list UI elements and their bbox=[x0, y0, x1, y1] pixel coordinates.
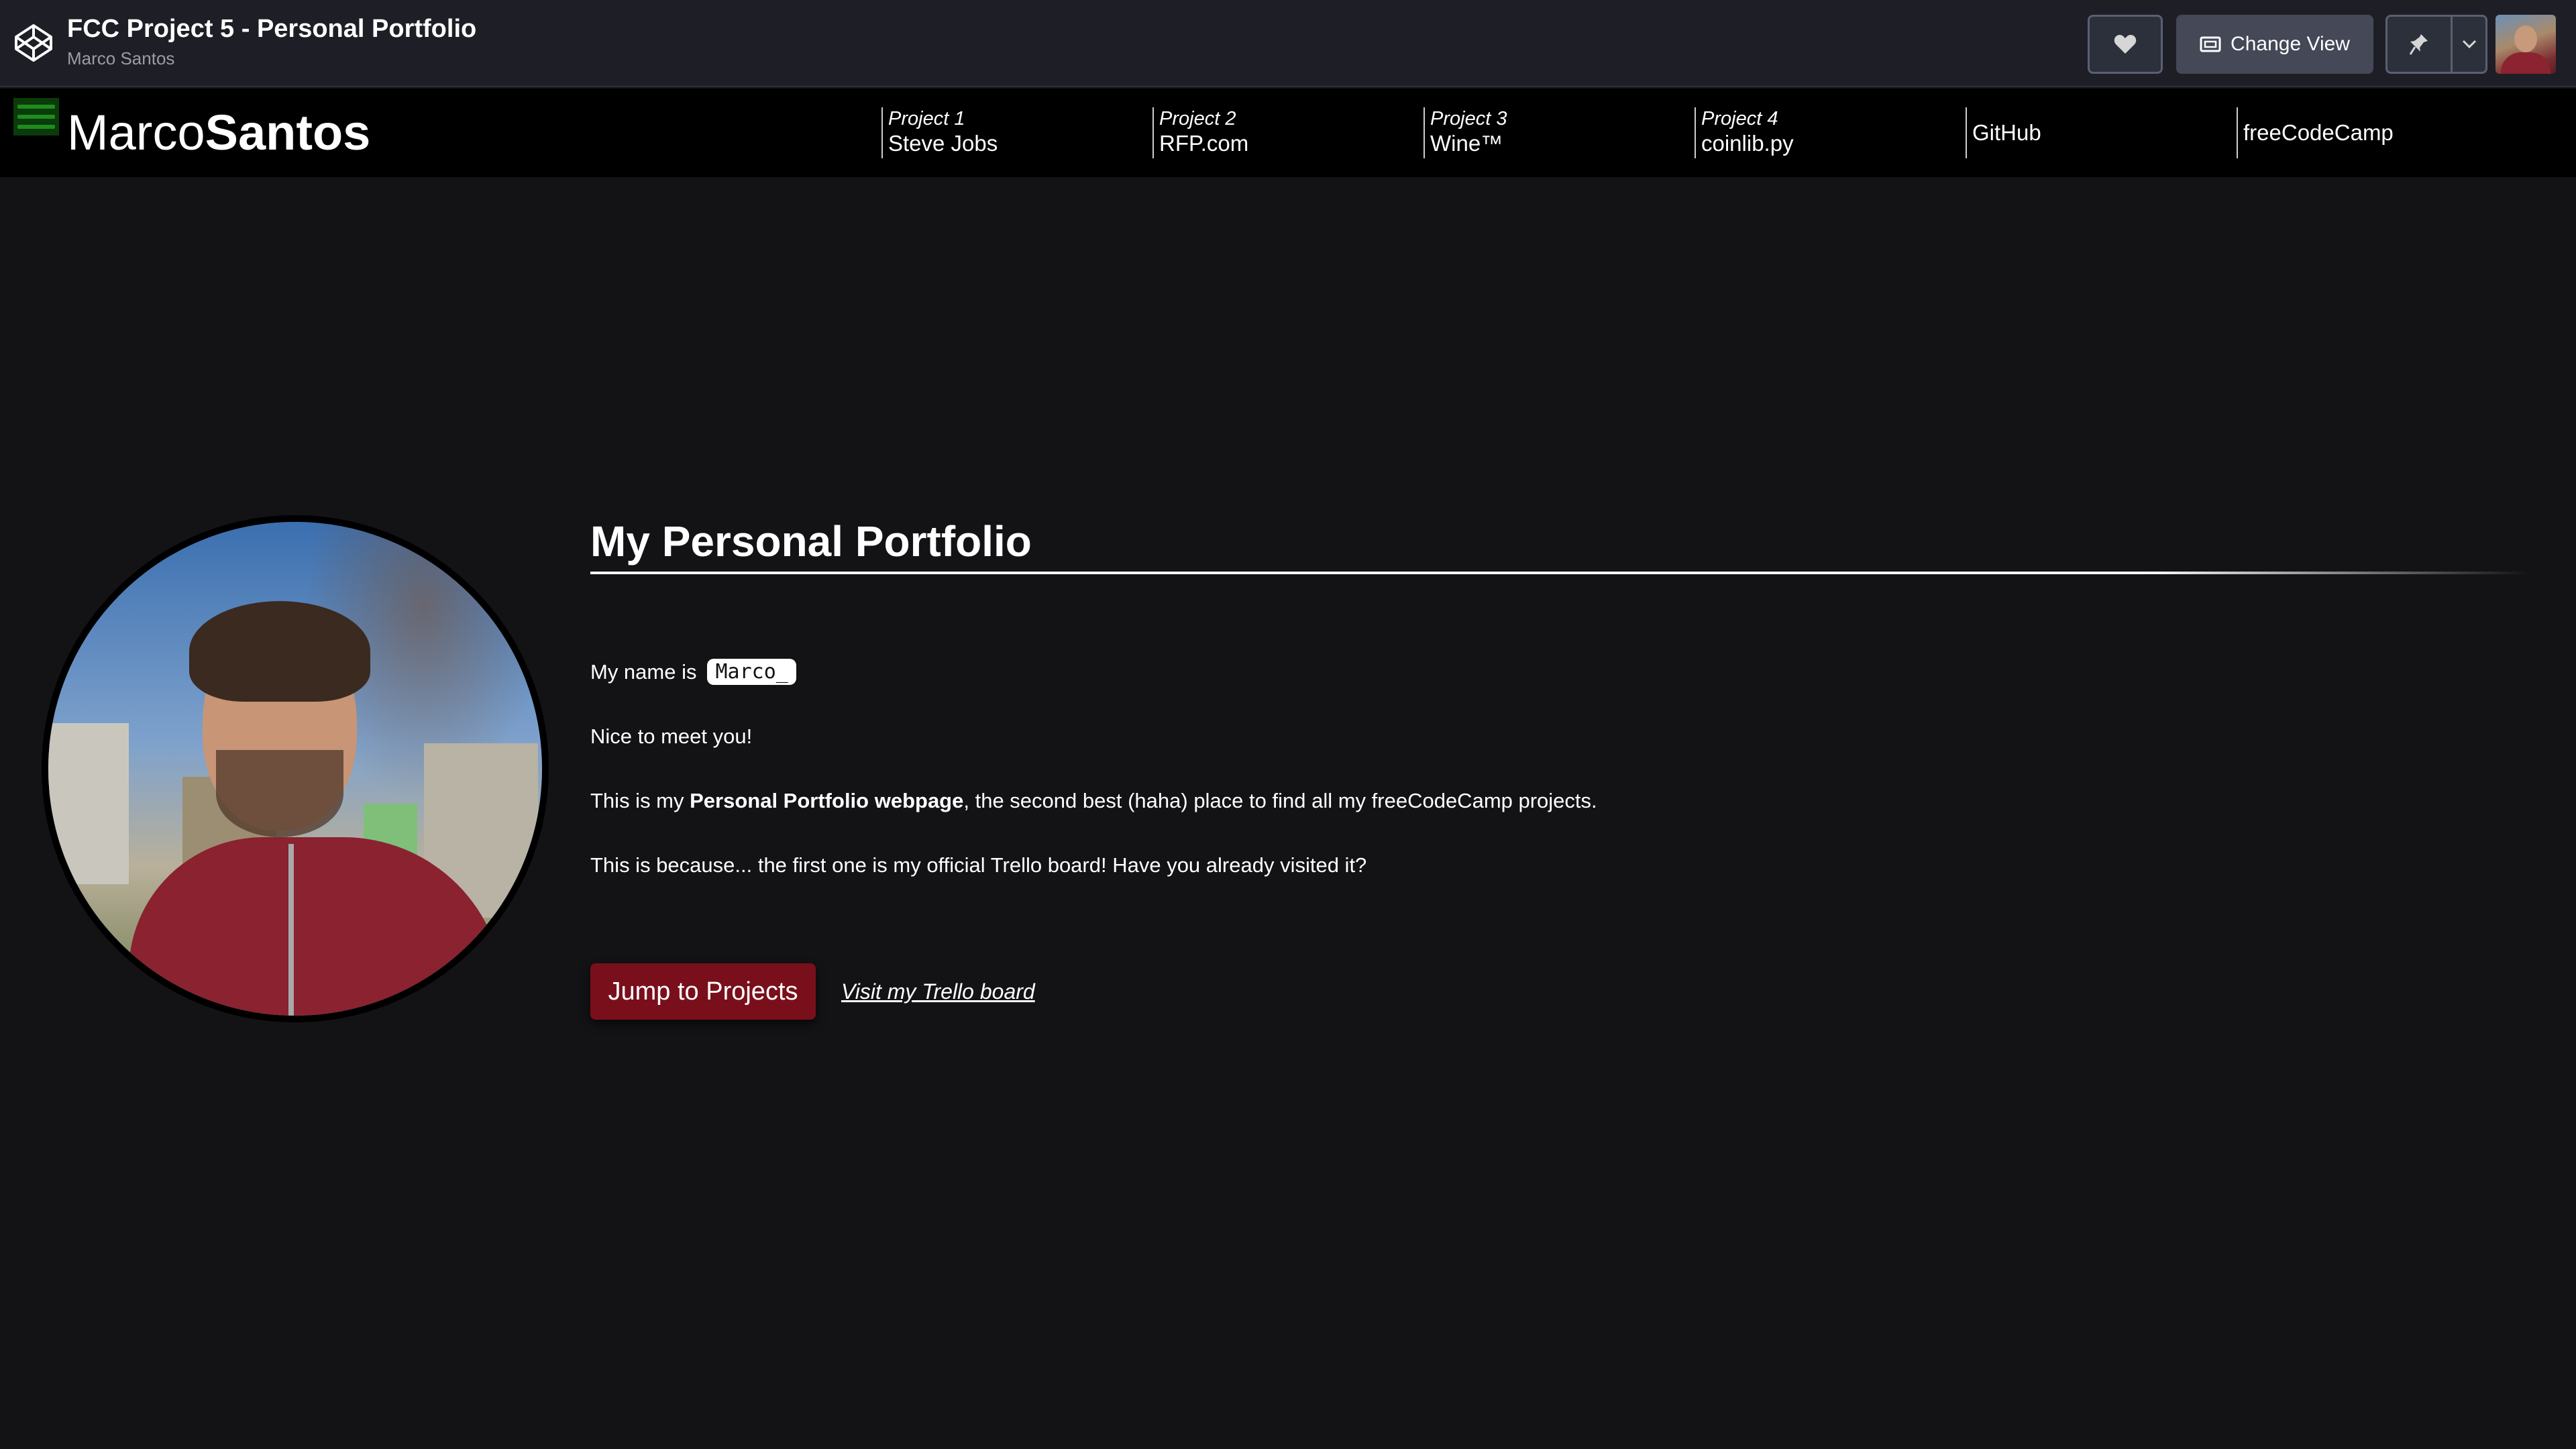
nav-freecodecamp[interactable]: freeCodeCamp bbox=[2237, 107, 2394, 158]
codepen-logo-icon[interactable] bbox=[12, 21, 55, 64]
user-avatar[interactable] bbox=[2496, 15, 2556, 74]
nav-project-1[interactable]: Project 1 Steve Jobs bbox=[881, 107, 998, 158]
nav-project-label: Project 4 bbox=[1701, 108, 1778, 129]
nav-project-3[interactable]: Project 3 Wine™ bbox=[1424, 107, 1507, 158]
change-view-button[interactable]: Change View bbox=[2176, 15, 2373, 74]
brand-first-name: Marco bbox=[67, 105, 205, 160]
nav-project-label: Project 1 bbox=[888, 108, 965, 129]
intro-before: This is my bbox=[590, 789, 690, 812]
pen-author[interactable]: Marco Santos bbox=[67, 48, 174, 69]
heart-icon bbox=[2114, 35, 2137, 54]
nav-project-name: Steve Jobs bbox=[888, 131, 998, 156]
nav-project-name: RFP.com bbox=[1159, 131, 1249, 156]
change-view-icon bbox=[2200, 36, 2221, 52]
change-view-label: Change View bbox=[2231, 33, 2350, 55]
name-line: My name is Marco_ bbox=[590, 659, 796, 685]
intro-bold: Personal Portfolio webpage bbox=[690, 789, 964, 812]
pin-icon bbox=[2409, 34, 2428, 55]
brand-logo[interactable]: MarcoSantos bbox=[67, 103, 370, 163]
jump-to-projects-button[interactable]: Jump to Projects bbox=[590, 963, 816, 1020]
nav-project-label: Project 2 bbox=[1159, 108, 1236, 129]
brand-last-name: Santos bbox=[205, 105, 371, 160]
profile-photo bbox=[42, 515, 549, 1022]
pen-title[interactable]: FCC Project 5 - Personal Portfolio bbox=[67, 15, 476, 44]
pin-dropdown-button[interactable] bbox=[2453, 15, 2487, 74]
nav-project-label: Project 3 bbox=[1430, 108, 1507, 129]
greeting-text: Nice to meet you! bbox=[590, 724, 753, 748]
nav-project-4[interactable]: Project 4 coinlib.py bbox=[1695, 107, 1794, 158]
codepen-header: FCC Project 5 - Personal Portfolio Marco… bbox=[0, 0, 2576, 87]
title-divider bbox=[590, 572, 2529, 574]
like-button[interactable] bbox=[2088, 15, 2163, 74]
nav-project-name: Wine™ bbox=[1430, 131, 1503, 156]
trello-board-link[interactable]: Visit my Trello board bbox=[841, 979, 1035, 1004]
intro-after: , the second best (haha) place to find a… bbox=[963, 789, 1597, 812]
nav-github[interactable]: GitHub bbox=[1966, 107, 2041, 158]
typed-name: Marco_ bbox=[707, 659, 796, 685]
site-nav: MarcoSantos Project 1 Steve Jobs Project… bbox=[0, 89, 2576, 177]
name-prefix: My name is bbox=[590, 659, 697, 684]
trello-note: This is because... the first one is my o… bbox=[590, 853, 1367, 877]
page-title: My Personal Portfolio bbox=[590, 517, 1032, 566]
nav-project-2[interactable]: Project 2 RFP.com bbox=[1152, 107, 1248, 158]
nav-project-name: coinlib.py bbox=[1701, 131, 1794, 156]
hamburger-menu-icon[interactable] bbox=[13, 98, 59, 136]
pin-button[interactable] bbox=[2385, 15, 2453, 74]
chevron-down-icon bbox=[2462, 40, 2476, 49]
intro-text: This is my Personal Portfolio webpage, t… bbox=[590, 789, 1597, 813]
